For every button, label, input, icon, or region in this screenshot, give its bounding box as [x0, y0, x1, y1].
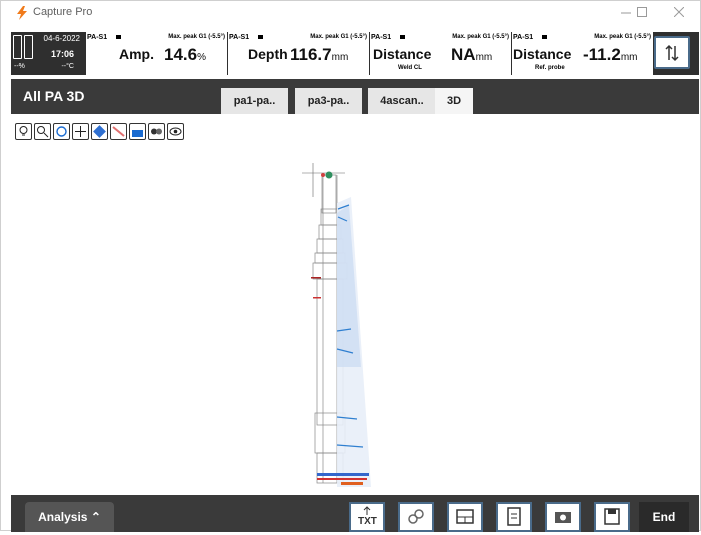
- peak-label: Max. peak G1 (-5.5°): [168, 34, 225, 40]
- 3d-scene[interactable]: [11, 117, 699, 495]
- camera-icon: [555, 512, 571, 523]
- lock-icon: [258, 35, 263, 39]
- end-button[interactable]: End: [639, 502, 689, 532]
- close-button[interactable]: [665, 3, 693, 23]
- tab-3d[interactable]: 3D: [435, 88, 473, 114]
- view-header: All PA 3D pa1-pa.. pa3-pa.. 4ascan.. 3D: [11, 79, 699, 114]
- bottom-bar: Analysis ⌃ TXT End: [11, 495, 699, 532]
- readout-value: 116.7mm: [290, 45, 349, 64]
- probe-hand-tool[interactable]: [91, 123, 108, 140]
- window-title: Capture Pro: [33, 6, 93, 18]
- close-icon: [673, 6, 685, 18]
- scan-wedge-inner: [337, 205, 361, 367]
- cut-plane-icon: [112, 126, 125, 137]
- zoom-icon: [37, 126, 49, 138]
- readout-name: Distance: [373, 46, 432, 62]
- svg-text:TXT: TXT: [358, 516, 377, 527]
- layers-tool[interactable]: [148, 123, 165, 140]
- layers-icon: [151, 128, 162, 135]
- 3d-view-tool[interactable]: [129, 123, 146, 140]
- title-bar: Capture Pro: [1, 1, 700, 25]
- status-panel: 04-6-2022 17:06 --% --°C: [11, 32, 86, 75]
- swap-arrows-icon: [665, 44, 679, 62]
- swap-readouts-button[interactable]: [654, 36, 690, 69]
- tab-4ascan[interactable]: 4ascan..: [368, 88, 436, 114]
- probe-marker[interactable]: [325, 171, 333, 179]
- peak-label: Max. peak G1 (-5.5°): [594, 34, 651, 40]
- readout-reference: Ref. probe: [535, 65, 565, 71]
- gate-readout-distance-weld[interactable]: PA-S1 Max. peak G1 (-5.5°) Distance Weld…: [370, 32, 512, 75]
- readout-name: Depth: [248, 46, 288, 62]
- gate-readout-amplitude[interactable]: PA-S1 Max. peak G1 (-5.5°) Amp. 14.6%: [86, 32, 228, 75]
- export-txt-button[interactable]: TXT: [349, 502, 385, 532]
- gate-readout-distance-probe[interactable]: PA-S1 Max. peak G1 (-5.5°) Distance Ref.…: [512, 32, 654, 75]
- save-button[interactable]: [594, 502, 630, 532]
- probe-label: PA-S1: [87, 34, 108, 41]
- maximize-button[interactable]: [628, 3, 656, 23]
- link-button[interactable]: [398, 502, 434, 532]
- readout-value: -11.2mm: [583, 45, 638, 64]
- layout-icon: [456, 509, 474, 524]
- tab-pa1[interactable]: pa1-pa..: [221, 88, 288, 114]
- readout-reference: Weld CL: [398, 65, 422, 71]
- layout-button[interactable]: [447, 502, 483, 532]
- status-time: 17:06: [50, 49, 74, 59]
- maximize-icon: [637, 7, 647, 17]
- temperature: --°C: [61, 63, 74, 70]
- readout-name: Amp.: [119, 46, 154, 62]
- link-icon: [408, 509, 424, 524]
- probe-label: PA-S1: [513, 34, 534, 41]
- screenshot-button[interactable]: [545, 502, 581, 532]
- report-button[interactable]: [496, 502, 532, 532]
- 3d-viewport[interactable]: [11, 117, 699, 495]
- bulb-icon: [19, 126, 28, 136]
- export-txt-icon: TXT: [358, 506, 377, 527]
- pan-icon: [75, 126, 86, 137]
- battery-icon: [24, 35, 33, 59]
- app-window: Capture Pro 04-6-2022 17:06 --% --°C PA-…: [0, 0, 701, 532]
- visibility-tool[interactable]: [167, 123, 184, 140]
- rotate-tool[interactable]: [53, 123, 70, 140]
- app-logo-icon: [17, 6, 27, 20]
- cut-plane-tool[interactable]: [110, 123, 127, 140]
- battery-icon: [13, 35, 22, 59]
- peak-label: Max. peak G1 (-5.5°): [452, 34, 509, 40]
- battery-level: --%: [14, 63, 25, 70]
- lock-icon: [400, 35, 405, 39]
- readout-value: 14.6%: [164, 45, 206, 64]
- pan-tool[interactable]: [72, 123, 89, 140]
- probe-label: PA-S1: [371, 34, 392, 41]
- report-icon: [507, 507, 521, 526]
- lock-icon: [542, 35, 547, 39]
- eye-icon: [169, 127, 182, 136]
- measurement-bar: 04-6-2022 17:06 --% --°C PA-S1 Max. peak…: [11, 32, 699, 75]
- analysis-menu-button[interactable]: Analysis ⌃: [25, 502, 114, 532]
- zoom-tool[interactable]: [34, 123, 51, 140]
- 3d-view-icon: [132, 130, 143, 137]
- peak-label: Max. peak G1 (-5.5°): [310, 34, 367, 40]
- save-icon: [604, 508, 620, 525]
- gate-readout-depth[interactable]: PA-S1 Max. peak G1 (-5.5°) Depth 116.7mm: [228, 32, 370, 75]
- bulb-tool[interactable]: [15, 123, 32, 140]
- chevron-up-icon: ⌃: [90, 510, 101, 524]
- probe-label: PA-S1: [229, 34, 250, 41]
- readout-name: Distance: [513, 46, 572, 62]
- lock-icon: [116, 35, 121, 39]
- readout-value: NAmm: [451, 45, 493, 64]
- view-title: All PA 3D: [23, 88, 85, 104]
- probe-hand-icon: [93, 125, 106, 138]
- tab-pa3[interactable]: pa3-pa..: [295, 88, 362, 114]
- status-date: 04-6-2022: [43, 34, 80, 43]
- reference-marker: [321, 173, 325, 177]
- rotate-icon: [56, 126, 67, 137]
